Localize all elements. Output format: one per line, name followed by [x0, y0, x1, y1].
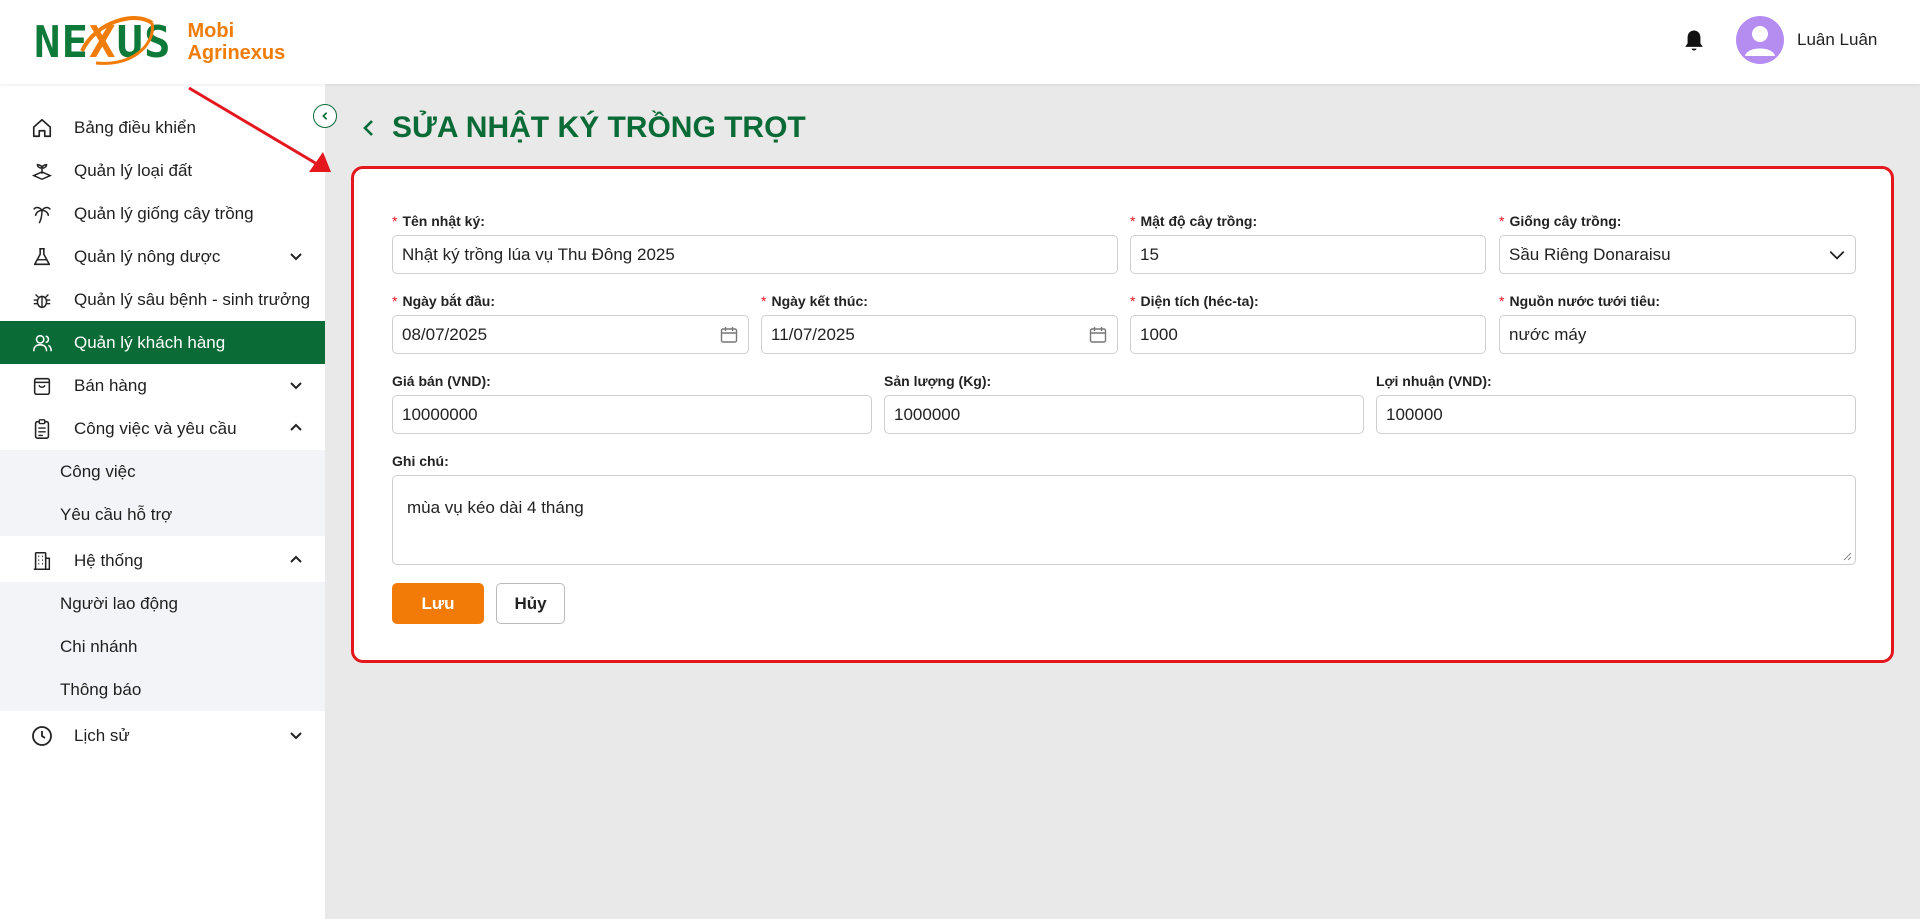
- resize-handle-icon[interactable]: [1842, 551, 1852, 561]
- palm-tree-icon: [30, 202, 54, 226]
- field-start-date: * Ngày bắt đầu: 08/07/2025: [392, 293, 749, 354]
- water-source-label: * Nguồn nước tưới tiêu:: [1499, 293, 1661, 309]
- note-textarea[interactable]: mùa vụ kéo dài 4 tháng: [392, 475, 1856, 565]
- end-date-picker[interactable]: 11/07/2025: [761, 315, 1118, 354]
- bug-icon: [30, 288, 54, 312]
- page-title: SỬA NHẬT KÝ TRỒNG TRỌT: [358, 111, 806, 145]
- yield-label: Sản lượng (Kg):: [884, 373, 992, 389]
- brand-name-line1: Mobi: [187, 20, 235, 42]
- note-label: Ghi chú:: [392, 453, 449, 469]
- sidebar-item-varieties[interactable]: Quản lý giống cây trồng: [0, 192, 325, 235]
- sidebar-item-label: Quản lý loại đất: [74, 160, 193, 180]
- field-note: Ghi chú: mùa vụ kéo dài 4 tháng: [392, 453, 1856, 565]
- chevron-down-icon: [1829, 250, 1845, 260]
- sidebar: Bảng điều khiển Quản lý loại đất Quản lý…: [0, 84, 325, 919]
- home-icon: [30, 116, 54, 140]
- field-yield: Sản lượng (Kg): 1000000: [884, 373, 1364, 434]
- profit-input[interactable]: 100000: [1376, 395, 1856, 434]
- price-label: Giá bán (VND):: [392, 373, 491, 389]
- back-chevron-icon[interactable]: [358, 117, 380, 139]
- edit-diary-form: * Tên nhật ký: Nhật ký trồng lúa vụ Thu Đ…: [351, 166, 1894, 663]
- sidebar-item-customers[interactable]: Quản lý khách hàng: [0, 321, 325, 364]
- sidebar-item-label: Quản lý khách hàng: [74, 332, 226, 352]
- profit-label: Lợi nhuận (VND):: [1376, 373, 1492, 389]
- annotation-arrow-icon: [188, 86, 331, 172]
- sidebar-item-history[interactable]: Lịch sử: [0, 714, 325, 757]
- brand-name: Mobi Agrinexus: [187, 20, 285, 64]
- chevron-up-icon: [290, 423, 302, 431]
- user-avatar[interactable]: [1736, 16, 1784, 64]
- calendar-icon: [720, 326, 738, 343]
- sidebar-subitem-workers[interactable]: Người lao động: [0, 582, 325, 625]
- brand-logo[interactable]: NEXUS Mobi Agrinexus: [34, 14, 285, 70]
- water-source-input[interactable]: nước máy: [1499, 315, 1856, 354]
- flask-icon: [30, 245, 54, 269]
- field-area: * Diện tích (héc-ta): 1000: [1130, 293, 1486, 354]
- sidebar-subitem-notifications[interactable]: Thông báo: [0, 668, 325, 711]
- field-end-date: * Ngày kết thúc: 11/07/2025: [761, 293, 1118, 354]
- field-water-source: * Nguồn nước tưới tiêu: nước máy: [1499, 293, 1856, 354]
- density-input[interactable]: 15: [1130, 235, 1486, 274]
- sidebar-item-label: Bán hàng: [74, 375, 147, 395]
- cancel-button[interactable]: Hủy: [496, 583, 565, 624]
- chevron-down-icon: [290, 732, 302, 740]
- field-density: * Mật độ cây trồng: 15: [1130, 213, 1486, 274]
- clipboard-icon: [30, 417, 54, 441]
- sidebar-item-pesticides[interactable]: Quản lý nông dược: [0, 235, 325, 278]
- users-icon: [30, 331, 54, 355]
- field-diary-name: * Tên nhật ký: Nhật ký trồng lúa vụ Thu Đ…: [392, 213, 1118, 274]
- diary-name-label: * Tên nhật ký:: [392, 213, 485, 229]
- field-profit: Lợi nhuận (VND): 100000: [1376, 373, 1856, 434]
- start-date-picker[interactable]: 08/07/2025: [392, 315, 749, 354]
- end-date-label: * Ngày kết thúc:: [761, 293, 868, 309]
- chevron-down-icon: [290, 382, 302, 390]
- submenu-work: Công việc Yêu cầu hỗ trợ: [0, 450, 325, 536]
- sidebar-item-label: Lịch sử: [74, 725, 130, 745]
- chevron-up-icon: [290, 555, 302, 563]
- sidebar-item-label: Quản lý giống cây trồng: [74, 203, 254, 223]
- user-avatar-icon: [1745, 26, 1775, 56]
- start-date-label: * Ngày bắt đầu:: [392, 293, 496, 309]
- variety-label: * Giống cây trồng:: [1499, 213, 1622, 229]
- clock-icon: [30, 724, 54, 748]
- variety-select[interactable]: Sầu Riêng Donaraisu: [1499, 235, 1856, 274]
- soil-plant-icon: [30, 159, 54, 183]
- sidebar-item-label: Quản lý nông dược: [74, 246, 221, 266]
- building-icon: [30, 549, 54, 573]
- sidebar-item-label: Hệ thống: [74, 550, 143, 570]
- save-button[interactable]: Lưu: [392, 583, 484, 624]
- field-variety: * Giống cây trồng: Sầu Riêng Donaraisu: [1499, 213, 1856, 274]
- density-label: * Mật độ cây trồng:: [1130, 213, 1258, 229]
- sidebar-subitem-support-requests[interactable]: Yêu cầu hỗ trợ: [0, 493, 325, 536]
- brand-name-line2: Agrinexus: [187, 42, 286, 64]
- area-label: * Diện tích (héc-ta):: [1130, 293, 1259, 309]
- sidebar-item-label: Bảng điều khiển: [74, 117, 196, 137]
- area-input[interactable]: 1000: [1130, 315, 1486, 354]
- page-title-text: SỬA NHẬT KÝ TRỒNG TRỌT: [392, 111, 806, 144]
- bell-icon[interactable]: [1680, 26, 1708, 56]
- field-price: Giá bán (VND): 10000000: [392, 373, 872, 434]
- shopping-bag-icon: [30, 374, 54, 398]
- username[interactable]: Luân Luân: [1797, 30, 1877, 50]
- sidebar-subitem-tasks[interactable]: Công việc: [0, 450, 325, 493]
- nexus-logo-mark: NEXUS: [34, 15, 171, 68]
- top-header: NEXUS Mobi Agrinexus Luân Luân: [0, 0, 1920, 84]
- sidebar-item-pests[interactable]: Quản lý sâu bệnh - sinh trưởng: [0, 278, 325, 321]
- sidebar-item-work[interactable]: Công việc và yêu cầu: [0, 407, 325, 450]
- sidebar-item-sales[interactable]: Bán hàng: [0, 364, 325, 407]
- yield-input[interactable]: 1000000: [884, 395, 1364, 434]
- sidebar-item-system[interactable]: Hệ thống: [0, 539, 325, 582]
- logo-swoosh-icon: [80, 15, 154, 65]
- sidebar-item-label: Công việc và yêu cầu: [74, 418, 237, 438]
- calendar-icon: [1089, 326, 1107, 343]
- diary-name-input[interactable]: Nhật ký trồng lúa vụ Thu Đông 2025: [392, 235, 1118, 274]
- sidebar-subitem-branches[interactable]: Chi nhánh: [0, 625, 325, 668]
- chevron-down-icon: [290, 253, 302, 261]
- submenu-system: Người lao động Chi nhánh Thông báo: [0, 582, 325, 711]
- price-input[interactable]: 10000000: [392, 395, 872, 434]
- sidebar-item-label: Quản lý sâu bệnh - sinh trưởng: [74, 289, 311, 309]
